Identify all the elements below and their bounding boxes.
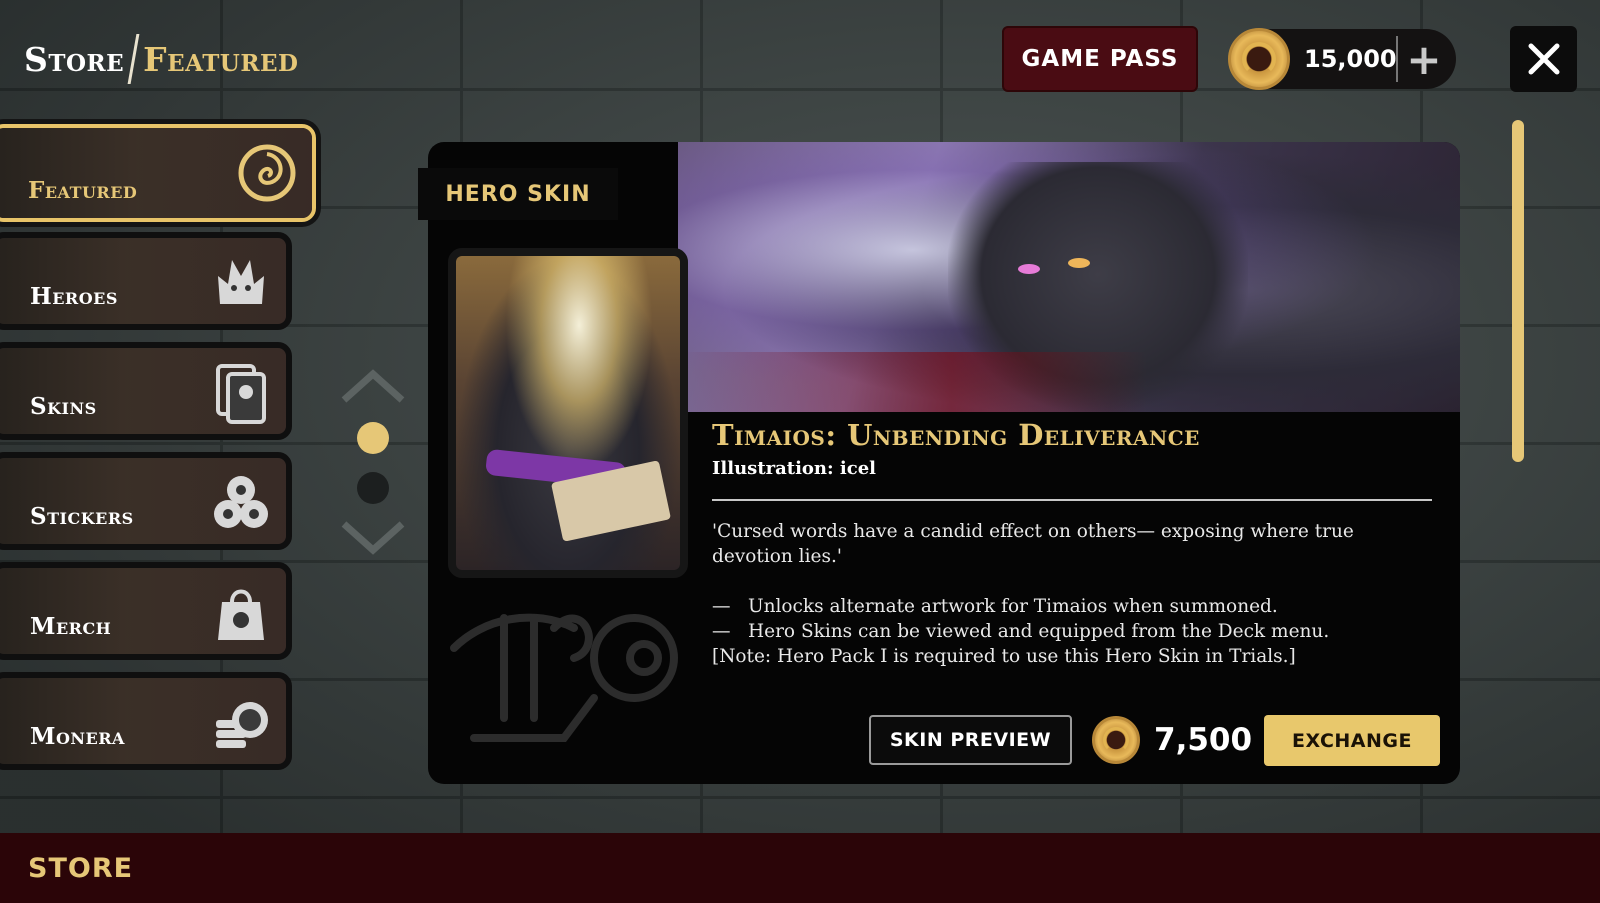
sidebar-item-label: Merch xyxy=(30,613,112,640)
banner-red-accent xyxy=(678,352,1460,412)
skin-portrait-card xyxy=(448,248,688,578)
relic-emblem-icon xyxy=(450,613,678,742)
price-value: 7,500 xyxy=(1154,722,1253,758)
detail-bullet: — Hero Skins can be viewed and equipped … xyxy=(712,619,1432,644)
exchange-button[interactable]: EXCHANGE xyxy=(1264,715,1440,766)
bullet-dash: — xyxy=(712,621,731,642)
skin-preview-button[interactable]: SKIN PREVIEW xyxy=(869,715,1072,765)
illustrator-credit: Illustration: icel xyxy=(712,458,877,479)
currency-amount: 15,000 xyxy=(1304,45,1397,73)
hero-mask-icon xyxy=(218,260,264,304)
title-separator xyxy=(127,34,140,84)
info-divider xyxy=(712,499,1432,501)
sidebar-item-label: Stickers xyxy=(30,503,134,530)
sidebar-item-skins[interactable]: Skins xyxy=(0,342,292,440)
footer-bar: STORE xyxy=(0,833,1600,903)
sidebar-item-stickers[interactable]: Stickers xyxy=(0,452,292,550)
close-button[interactable] xyxy=(1510,26,1577,92)
chevron-up-icon[interactable] xyxy=(340,368,406,404)
bullet-text: Unlocks alternate artwork for Timaios wh… xyxy=(748,596,1278,617)
swirl-emblem-icon xyxy=(238,144,296,202)
sidebar-item-merch[interactable]: Merch xyxy=(0,562,292,660)
bullet-dash: — xyxy=(712,596,731,617)
chevron-down-icon[interactable] xyxy=(340,520,406,556)
flavor-quote: 'Cursed words have a candid effect on ot… xyxy=(712,521,1354,567)
merch-bag-icon xyxy=(218,589,264,640)
product-name: Timaios: Unbending Deliverance xyxy=(712,418,1200,452)
coin-icon xyxy=(1092,716,1140,764)
sidebar-item-heroes[interactable]: Heroes xyxy=(0,232,292,330)
sidebar-item-label: Skins xyxy=(30,393,97,420)
sidebar-item-label: Heroes xyxy=(30,283,118,310)
product-details: — Unlocks alternate artwork for Timaios … xyxy=(712,594,1432,669)
requirement-note: [Note: Hero Pack I is required to use th… xyxy=(712,646,1296,667)
footer-label: STORE xyxy=(28,852,134,884)
skin-card-icon xyxy=(216,364,266,424)
detail-bullet: — Unlocks alternate artwork for Timaios … xyxy=(712,594,1432,619)
close-icon xyxy=(1528,43,1559,75)
price-display: 7,500 xyxy=(1092,716,1252,764)
carousel-dot-active[interactable] xyxy=(357,422,389,454)
hero-banner-art xyxy=(678,142,1460,412)
product-info: Timaios: Unbending Deliverance Illustrat… xyxy=(712,418,1432,669)
currency-display: 15,000 + xyxy=(1228,28,1456,90)
plus-icon[interactable]: + xyxy=(1398,33,1450,85)
carousel-dot[interactable] xyxy=(357,472,389,504)
product-type-tag: HERO SKIN xyxy=(418,168,618,220)
sidebar-item-monera[interactable]: Monera xyxy=(0,672,292,770)
sidebar-item-featured[interactable]: Featured xyxy=(0,124,316,222)
sidebar-item-label: Featured xyxy=(28,177,138,204)
game-pass-button[interactable]: GAME PASS xyxy=(1002,26,1198,92)
title-store: Store xyxy=(24,39,125,79)
monera-coin-stack-icon xyxy=(216,702,268,748)
scrollbar[interactable] xyxy=(1512,120,1524,462)
wolf-eye-left xyxy=(1018,264,1040,274)
sidebar-item-label: Monera xyxy=(30,723,125,750)
coin-icon xyxy=(1228,28,1290,90)
title-section: Featured xyxy=(143,39,299,79)
sticker-trio-icon xyxy=(214,476,268,528)
wolf-eye-right xyxy=(1068,258,1090,268)
bullet-text: Hero Skins can be viewed and equipped fr… xyxy=(748,621,1330,642)
page-title: Store Featured xyxy=(24,34,298,84)
